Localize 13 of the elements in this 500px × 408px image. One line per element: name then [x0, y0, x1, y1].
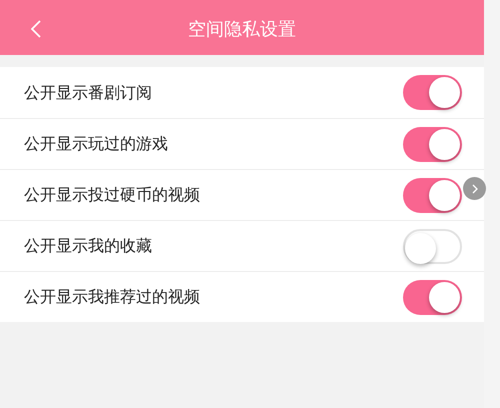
toggle-switch[interactable]	[403, 75, 462, 110]
setting-label: 公开显示番剧订阅	[24, 82, 153, 104]
toggle-switch[interactable]	[403, 126, 462, 162]
back-icon	[31, 20, 41, 38]
chevron-right-icon	[472, 184, 478, 194]
setting-label: 公开显示投过硬币的视频	[24, 184, 201, 206]
page-title: 空间隐私设置	[188, 18, 296, 42]
toggle-switch[interactable]	[403, 280, 462, 314]
setting-label: 公开显示我的收藏	[24, 235, 153, 257]
toggle-switch[interactable]	[403, 178, 462, 212]
toggle-switch[interactable]	[403, 228, 462, 264]
setting-label: 公开显示玩过的游戏	[24, 133, 169, 155]
setting-label: 公开显示我推荐过的视频	[24, 286, 201, 308]
